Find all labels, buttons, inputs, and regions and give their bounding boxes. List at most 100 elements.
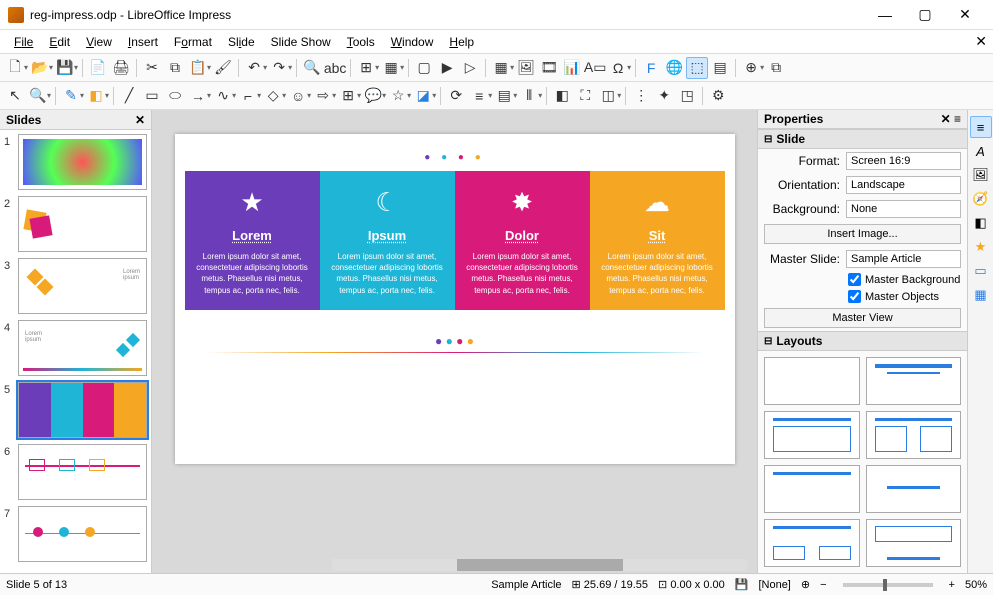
orientation-dropdown[interactable]: Landscape xyxy=(846,176,961,194)
tab-transitions-icon[interactable]: ★ xyxy=(970,236,992,258)
layout-title[interactable] xyxy=(866,357,962,405)
maximize-button[interactable]: ▢ xyxy=(905,1,945,29)
slides-panel-close-icon[interactable]: ✕ xyxy=(135,113,145,127)
flowchart-icon[interactable]: ⊞ xyxy=(337,85,359,107)
sidebar-menu-icon[interactable]: ≡ xyxy=(954,112,961,126)
ellipse-icon[interactable]: ⬭ xyxy=(164,85,186,107)
line-color-icon[interactable]: ✎ xyxy=(60,85,82,107)
zoom-pan-icon[interactable]: 🔍 xyxy=(27,85,49,107)
close-document-button[interactable]: ✕ xyxy=(975,33,987,50)
layout-content-title[interactable] xyxy=(866,519,962,567)
format-dropdown[interactable]: Screen 16:9 xyxy=(846,152,961,170)
rotate-icon[interactable]: ⟳ xyxy=(445,85,467,107)
menu-view[interactable]: View xyxy=(78,32,120,52)
crop-icon[interactable]: ⛶ xyxy=(574,85,596,107)
tab-navigator-icon[interactable]: 🧭 xyxy=(970,188,992,210)
insert-textbox-icon[interactable]: A▭ xyxy=(584,57,606,79)
symbol-shapes-icon[interactable]: ☺ xyxy=(287,85,309,107)
insert-image-icon[interactable]: 🖼 xyxy=(515,57,537,79)
card-lorem[interactable]: ★LoremLorem ipsum dolor sit amet, consec… xyxy=(185,171,320,310)
background-dropdown[interactable]: None xyxy=(846,200,961,218)
minimize-button[interactable]: — xyxy=(865,1,905,29)
menu-insert[interactable]: Insert xyxy=(120,32,166,52)
duplicate-slide-icon[interactable]: ⧉ xyxy=(765,57,787,79)
menu-edit[interactable]: Edit xyxy=(41,32,78,52)
gluepoints-icon[interactable]: ✦ xyxy=(653,85,675,107)
align-icon[interactable]: ≡ xyxy=(468,85,490,107)
master-slide-icon[interactable]: ▢ xyxy=(413,57,435,79)
slide-properties-icon[interactable]: ⬚ xyxy=(686,57,708,79)
layouts-section-header[interactable]: ⊟Layouts xyxy=(758,331,967,351)
undo-icon[interactable]: ↶ xyxy=(243,57,265,79)
tab-styles-icon[interactable]: A xyxy=(970,140,992,162)
stars-icon[interactable]: ☆ xyxy=(387,85,409,107)
editing-canvas[interactable]: ● ● ● ● ★LoremLorem ipsum dolor sit amet… xyxy=(152,110,757,573)
insert-chart-icon[interactable]: 📊 xyxy=(561,57,583,79)
redo-icon[interactable]: ↷ xyxy=(268,57,290,79)
header-footer-icon[interactable]: ▤ xyxy=(709,57,731,79)
layout-title-only[interactable] xyxy=(764,465,860,513)
card-dolor[interactable]: ✸DolorLorem ipsum dolor sit amet, consec… xyxy=(455,171,590,310)
insert-av-icon[interactable]: 🎞 xyxy=(538,57,560,79)
find-icon[interactable]: 🔍 xyxy=(301,57,323,79)
print-icon[interactable]: 🖨 xyxy=(110,57,132,79)
insert-special-icon[interactable]: Ω xyxy=(607,57,629,79)
shadow-icon[interactable]: ◧ xyxy=(551,85,573,107)
distribute-icon[interactable]: ⫴ xyxy=(518,85,540,107)
menu-tools[interactable]: Tools xyxy=(339,32,383,52)
spellcheck-icon[interactable]: abc xyxy=(324,57,346,79)
rectangle-icon[interactable]: ▭ xyxy=(141,85,163,107)
menu-slideshow[interactable]: Slide Show xyxy=(263,32,339,52)
slide-thumb-3[interactable]: Loremipsum xyxy=(18,258,147,314)
zoom-out-icon[interactable]: − xyxy=(820,579,826,591)
export-pdf-icon[interactable]: 📄 xyxy=(87,57,109,79)
close-button[interactable]: ✕ xyxy=(945,1,985,29)
filter-icon[interactable]: ◫ xyxy=(597,85,619,107)
menu-slide[interactable]: Slide xyxy=(220,32,263,52)
layout-title-content[interactable] xyxy=(764,411,860,459)
arrow-line-icon[interactable]: → xyxy=(187,85,209,107)
new-icon[interactable]: 🗋 xyxy=(4,57,26,79)
new-slide-icon[interactable]: ⊕ xyxy=(740,57,762,79)
slide-thumb-2[interactable] xyxy=(18,196,147,252)
slide-thumb-5[interactable] xyxy=(18,382,147,438)
start-current-icon[interactable]: ▷ xyxy=(459,57,481,79)
insert-table-icon[interactable]: ▦ xyxy=(490,57,512,79)
status-zoom[interactable]: 50% xyxy=(965,579,987,591)
master-slide-dropdown[interactable]: Sample Article xyxy=(846,250,961,268)
extrusion-icon[interactable]: ◳ xyxy=(676,85,698,107)
fit-page-icon[interactable]: ⊕ xyxy=(801,578,810,591)
tab-properties-icon[interactable]: ≡ xyxy=(970,116,992,138)
open-icon[interactable]: 📂 xyxy=(29,57,51,79)
card-ipsum[interactable]: ☾IpsumLorem ipsum dolor sit amet, consec… xyxy=(320,171,455,310)
display-views-icon[interactable]: ▦ xyxy=(380,57,402,79)
layout-centered[interactable] xyxy=(866,465,962,513)
slide-thumb-7[interactable] xyxy=(18,506,147,562)
sidebar-close-icon[interactable]: ✕ xyxy=(941,112,951,126)
slide-thumb-4[interactable]: Loremipsum xyxy=(18,320,147,376)
callouts-icon[interactable]: 💬 xyxy=(362,85,384,107)
menu-format[interactable]: Format xyxy=(166,32,220,52)
3d-objects-icon[interactable]: ◪ xyxy=(412,85,434,107)
zoom-in-icon[interactable]: + xyxy=(949,579,955,591)
slide-thumb-1[interactable] xyxy=(18,134,147,190)
master-objects-checkbox[interactable] xyxy=(848,290,861,303)
start-first-icon[interactable]: ▶ xyxy=(436,57,458,79)
select-icon[interactable]: ↖ xyxy=(4,85,26,107)
slide-section-header[interactable]: ⊟Slide xyxy=(758,129,967,149)
tab-master-icon[interactable]: ▦ xyxy=(970,284,992,306)
tab-gallery-icon[interactable]: 🖼 xyxy=(970,164,992,186)
status-save-icon[interactable]: 💾 xyxy=(735,578,749,591)
master-view-button[interactable]: Master View xyxy=(764,308,961,328)
fontwork-icon[interactable]: F xyxy=(640,57,662,79)
tab-shapes-icon[interactable]: ◧ xyxy=(970,212,992,234)
layout-two-content[interactable] xyxy=(866,411,962,459)
zoom-slider[interactable] xyxy=(843,583,933,587)
grid-icon[interactable]: ⊞ xyxy=(355,57,377,79)
master-background-checkbox[interactable] xyxy=(848,273,861,286)
points-icon[interactable]: ⋮ xyxy=(630,85,652,107)
slide-canvas[interactable]: ● ● ● ● ★LoremLorem ipsum dolor sit amet… xyxy=(175,134,735,464)
menu-help[interactable]: Help xyxy=(441,32,482,52)
curve-icon[interactable]: ∿ xyxy=(212,85,234,107)
menu-file[interactable]: File xyxy=(6,32,41,52)
